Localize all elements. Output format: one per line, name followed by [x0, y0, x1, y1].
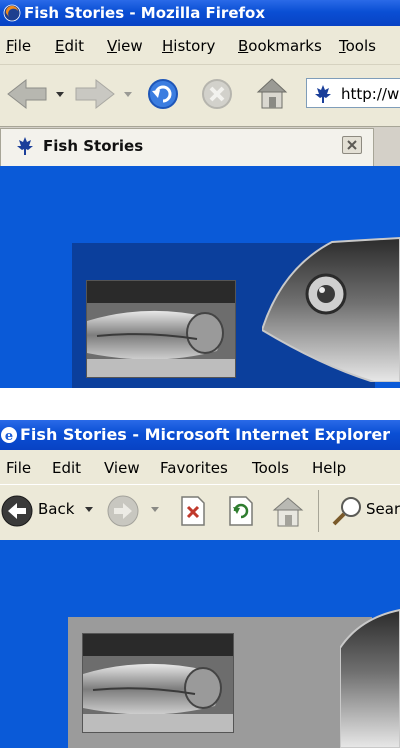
menu-file[interactable]: File — [6, 37, 31, 55]
forward-arrow-icon[interactable] — [74, 76, 138, 112]
menu-view[interactable]: View — [107, 37, 143, 55]
ie-back-dropdown-icon[interactable] — [84, 506, 94, 514]
home-icon[interactable] — [252, 74, 292, 112]
ie-app-icon: e — [0, 426, 18, 444]
address-bar[interactable]: http://w — [306, 78, 400, 108]
ie-search-label[interactable]: Sear — [366, 500, 400, 518]
ie-stop-icon[interactable] — [176, 494, 208, 528]
back-arrow-icon[interactable] — [4, 76, 70, 112]
tab-label: Fish Stories — [43, 137, 144, 155]
menu-bookmarks[interactable]: Bookmarks — [238, 37, 322, 55]
ie-refresh-icon[interactable] — [224, 494, 256, 528]
ie-back-label[interactable]: Back — [38, 500, 74, 518]
menu-history[interactable]: History — [162, 37, 215, 55]
firefox-menu-bar: File Edit View History Bookmarks Tools — [0, 26, 400, 64]
ie-fish-head-graphic — [340, 608, 400, 748]
ie-menu-file[interactable]: File — [6, 459, 31, 477]
firefox-window: Fish Stories - Mozilla Firefox File Edit… — [0, 0, 400, 404]
menu-tools[interactable]: Tools — [339, 37, 376, 55]
tab-fish-stories[interactable]: Fish Stories — [0, 128, 374, 166]
fish-head-graphic — [262, 236, 400, 382]
ie-menu-tools[interactable]: Tools — [252, 459, 289, 477]
ie-menu-view[interactable]: View — [104, 459, 140, 477]
ie-menu-bar: File Edit View Favorites Tools Help — [0, 450, 400, 484]
stop-icon[interactable] — [198, 76, 238, 112]
ie-forward-icon[interactable] — [106, 494, 140, 528]
ie-menu-edit[interactable]: Edit — [52, 459, 81, 477]
fish-photo — [86, 280, 236, 378]
ie-menu-favorites[interactable]: Favorites — [160, 459, 228, 477]
firefox-title-bar: Fish Stories - Mozilla Firefox — [0, 0, 400, 26]
firefox-window-title: Fish Stories - Mozilla Firefox — [24, 4, 266, 22]
menu-edit[interactable]: Edit — [55, 37, 84, 55]
ie-search-icon[interactable] — [330, 494, 366, 528]
maple-leaf-icon — [313, 84, 333, 104]
tab-close-icon[interactable] — [342, 136, 362, 154]
svg-text:e: e — [5, 429, 13, 444]
firefox-app-icon — [3, 4, 21, 22]
ie-window-title: Fish Stories - Microsoft Internet Explor… — [20, 425, 391, 444]
ie-forward-dropdown-icon[interactable] — [150, 506, 160, 514]
window-separator — [0, 388, 400, 404]
ie-menu-help[interactable]: Help — [312, 459, 346, 477]
ie-fish-photo — [82, 633, 234, 733]
address-text: http://w — [341, 85, 400, 103]
ie-title-bar: e Fish Stories - Microsoft Internet Expl… — [0, 420, 400, 450]
maple-leaf-icon — [15, 136, 35, 156]
ie-home-icon[interactable] — [268, 494, 308, 530]
reload-icon[interactable] — [144, 76, 184, 112]
toolbar-divider — [318, 490, 319, 532]
ie-back-icon[interactable] — [0, 494, 34, 528]
